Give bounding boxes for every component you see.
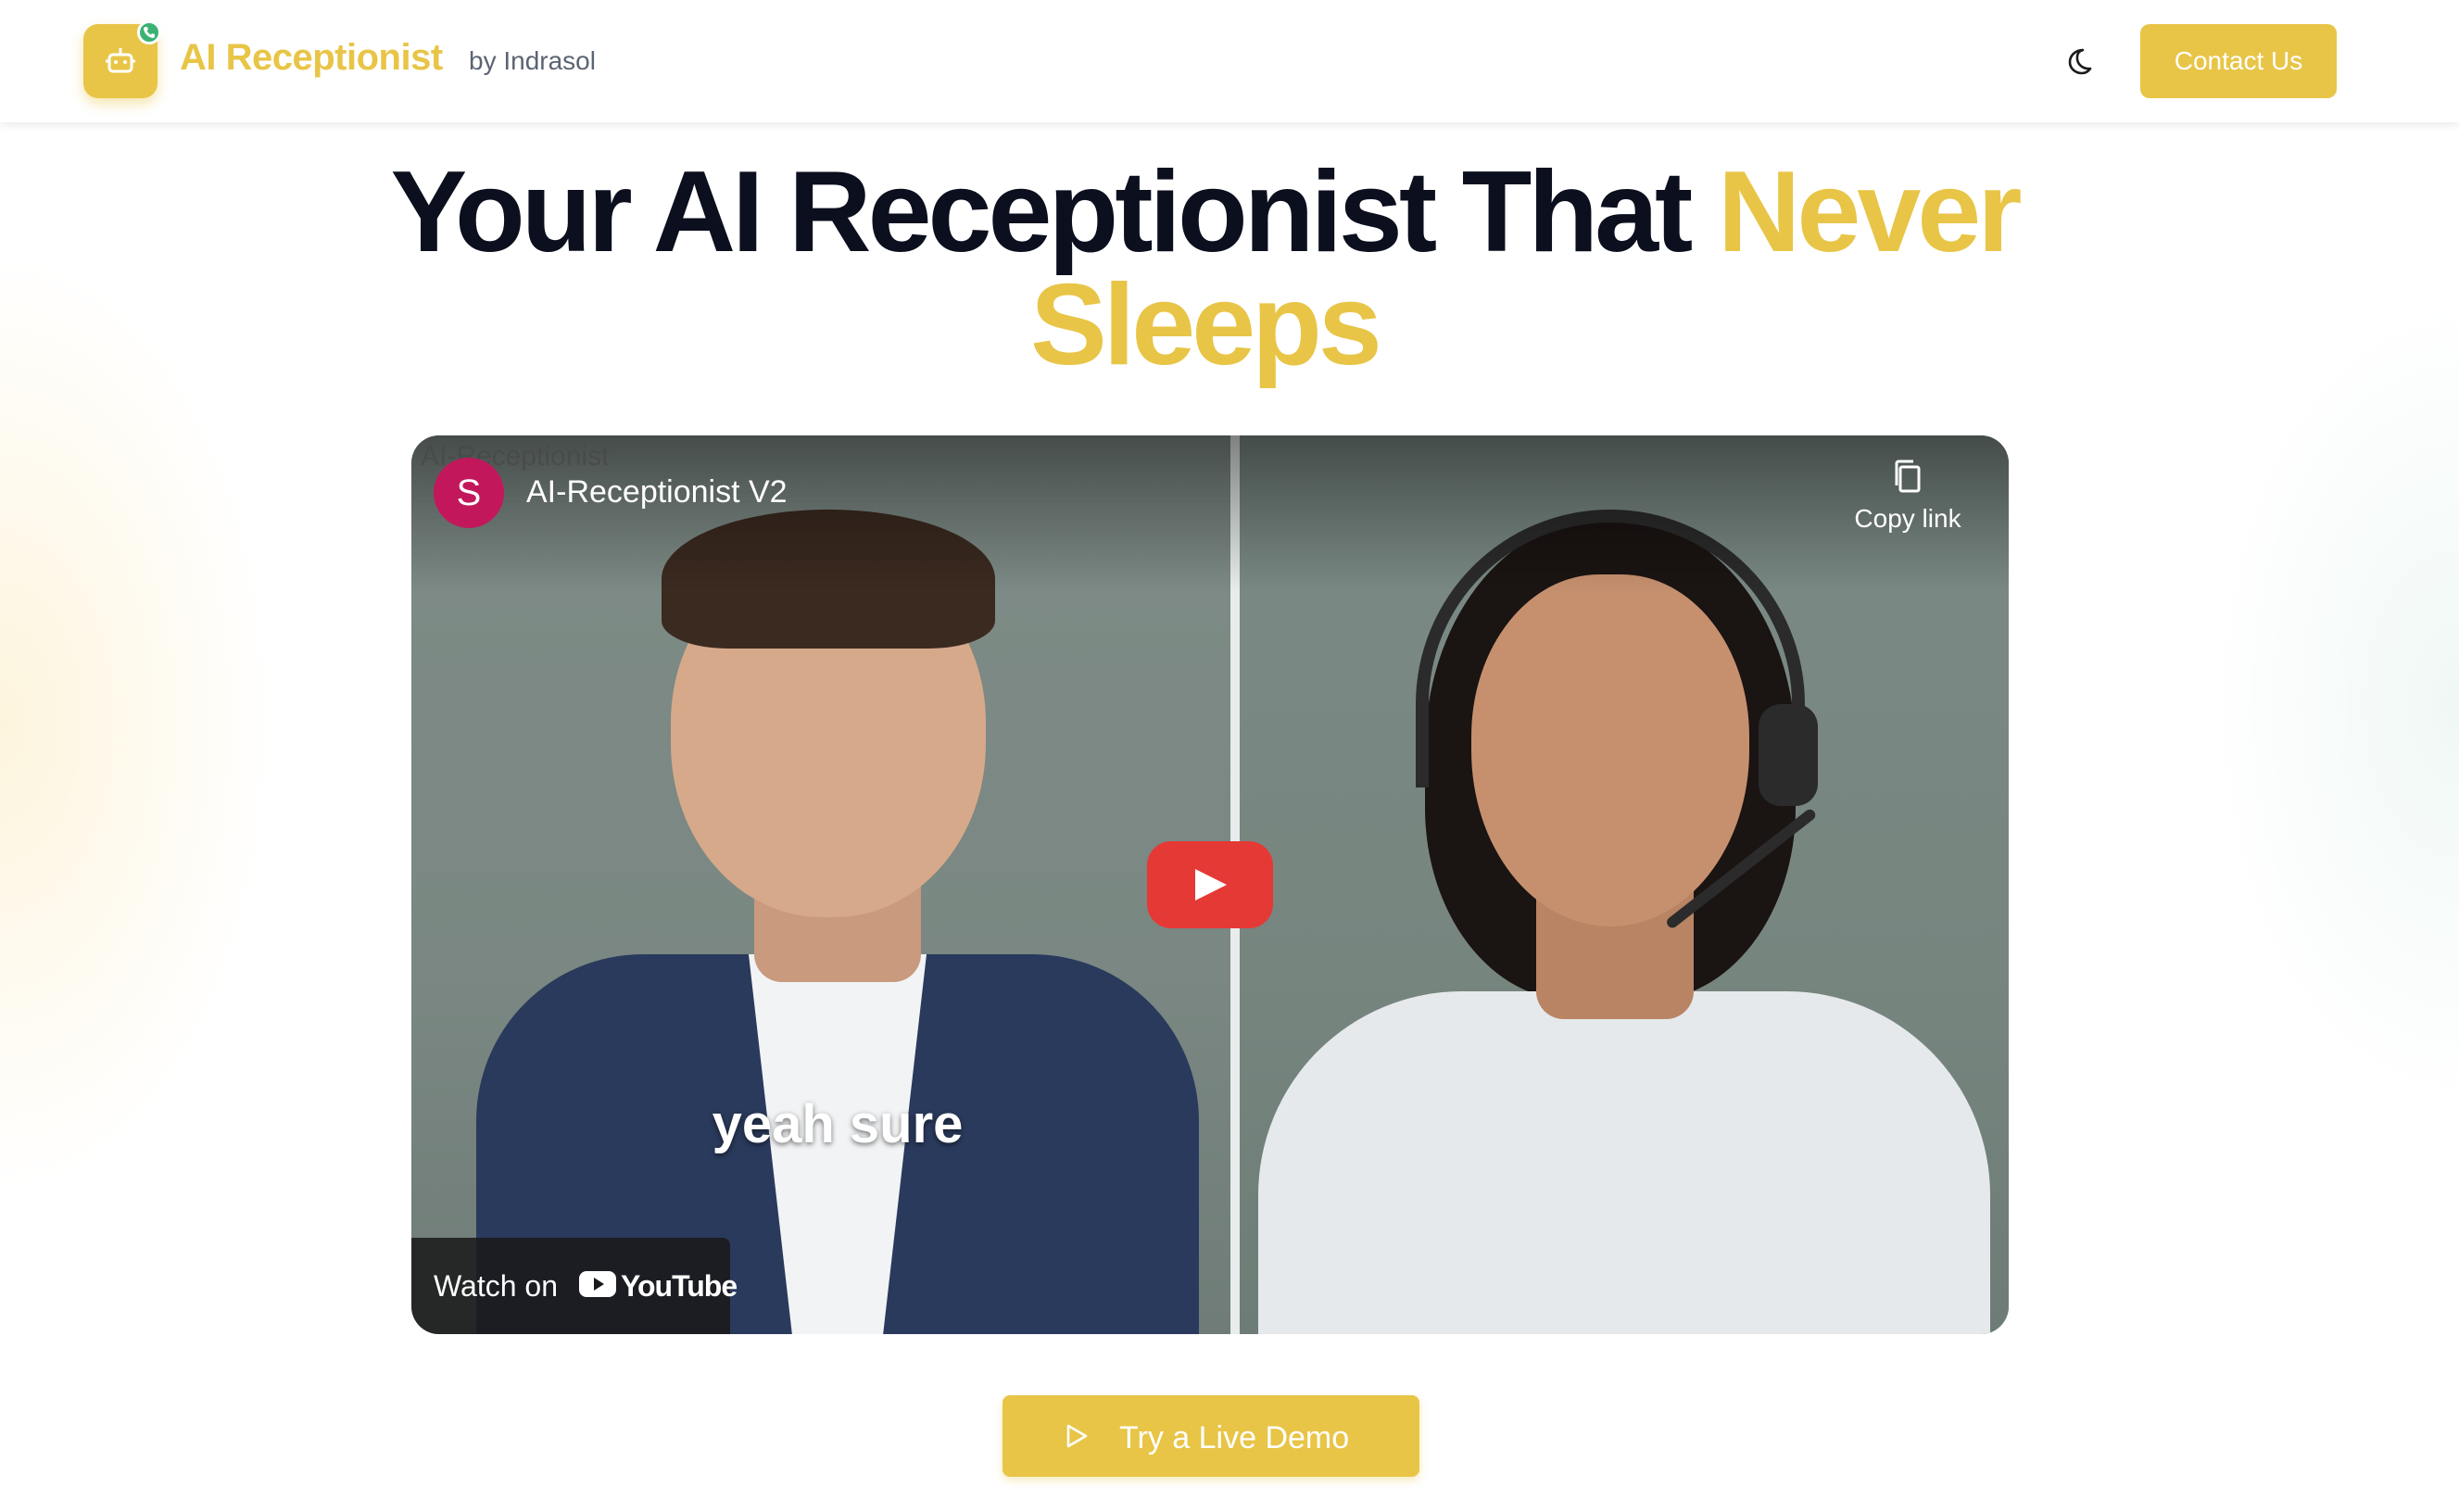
youtube-logo-icon [579,1271,616,1297]
copy-link-button[interactable]: Copy link [1838,458,1977,550]
brand-name[interactable]: AI Receptionist [180,37,443,79]
play-icon [1195,869,1227,901]
play-outline-icon [1066,1424,1088,1448]
watch-on-youtube-button[interactable]: Watch on YouTube [411,1238,738,1334]
video-embed[interactable]: AI-Receptionist S AI-Receptionist V2 Cop… [411,435,2009,1334]
copy-icon [1895,460,1921,493]
robot-icon [106,48,135,73]
theme-toggle-button[interactable] [2061,44,2094,78]
copy-link-label: Copy link [1854,504,1961,533]
youtube-wordmark: YouTube [621,1269,738,1303]
try-live-demo-label: Try a Live Demo [1119,1420,1350,1455]
moon-icon [2068,48,2092,75]
woman-blouse [1258,991,1990,1334]
video-top-shade [411,435,2009,593]
site-header: AI Receptionist by Indrasol Contact Us [0,0,2459,122]
try-live-demo-button[interactable]: Try a Live Demo [1003,1395,1419,1477]
channel-avatar[interactable]: S [434,458,504,528]
status-badge [137,20,161,44]
play-button[interactable] [1147,841,1273,928]
watch-on-label: Watch on [434,1269,558,1303]
video-title[interactable]: AI-Receptionist V2 [526,474,788,510]
hero-headline: Your AI Receptionist That Never Sleeps [278,155,2131,383]
video-caption: yeah sure [712,1094,964,1154]
brand-byline: by Indrasol [469,46,596,75]
phone-icon [144,27,155,38]
headset-cup [1759,704,1818,806]
headline-main: Your AI Receptionist That [390,148,1718,276]
contact-us-button[interactable]: Contact Us [2140,24,2337,98]
